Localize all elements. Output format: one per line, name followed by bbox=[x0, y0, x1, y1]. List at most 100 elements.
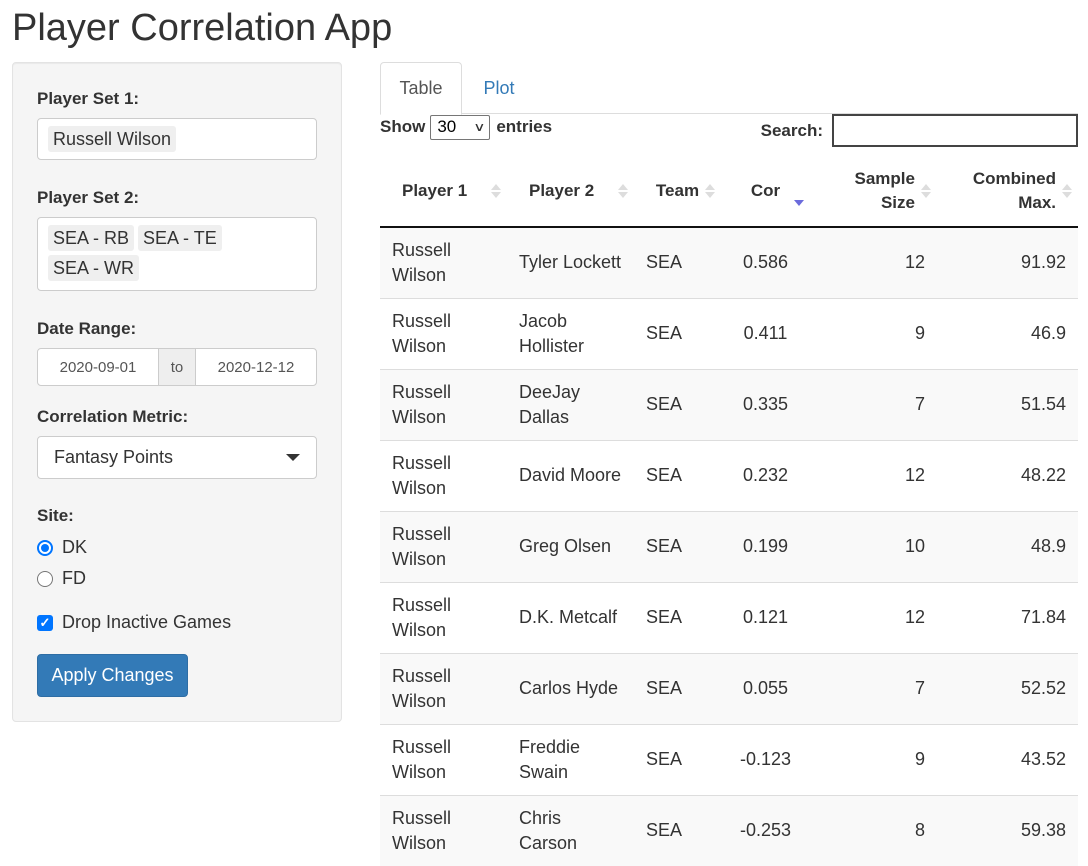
column-header-sample-size[interactable]: Sample Size bbox=[810, 155, 937, 228]
site-option-label: FD bbox=[62, 568, 86, 588]
cell-player-2: David Moore bbox=[507, 439, 634, 511]
cell-sample-size: 12 bbox=[810, 581, 937, 653]
table-row[interactable]: Russell Wilson Carlos Hyde SEA 0.055 7 52.52 bbox=[380, 652, 1078, 724]
cell-cor: 0.335 bbox=[721, 368, 810, 440]
cell-player-1: Russell Wilson bbox=[380, 297, 507, 369]
radio-button[interactable] bbox=[37, 570, 53, 587]
show-label: Show bbox=[380, 117, 426, 136]
cell-player-2: Tyler Lockett bbox=[519, 252, 622, 273]
table-header-row: Player 1 Player 2 Team Cor Sample Size C… bbox=[380, 155, 1078, 228]
table-search-control: Search: bbox=[761, 114, 1078, 147]
selected-chip[interactable]: SEA - RB bbox=[48, 225, 135, 251]
table-row[interactable]: Russell Wilson Greg Olsen SEA 0.199 10 48.9 bbox=[380, 510, 1078, 582]
cell-sample-size: 12 bbox=[904, 252, 925, 273]
selected-chip[interactable]: SEA - WR bbox=[48, 255, 140, 281]
end-date-input[interactable]: 2020-12-12 bbox=[196, 349, 316, 385]
app-title: Player Correlation App bbox=[12, 7, 393, 49]
cell-player-2: Jacob Hollister bbox=[507, 297, 634, 369]
cell-team: SEA bbox=[634, 439, 721, 511]
apply-changes-button[interactable]: Apply Changes bbox=[37, 654, 188, 697]
date-range-input: 2020-09-01 to 2020-12-12 bbox=[37, 348, 317, 386]
table-row[interactable]: Russell Wilson Jacob Hollister SEA 0.411 9 46… bbox=[380, 297, 1078, 369]
column-label: Player 2 bbox=[529, 180, 595, 200]
cell-combined-max: 48.22 bbox=[937, 439, 1078, 511]
start-date-input[interactable]: 2020-09-01 bbox=[38, 349, 158, 385]
cell-player-1: Russell Wilson bbox=[380, 723, 507, 795]
cell-combined-max: 91.92 bbox=[1020, 252, 1066, 273]
cell-combined-max: 52.52 bbox=[937, 652, 1078, 724]
cell-sample-size: 9 bbox=[810, 297, 937, 369]
cell-cor: 0.586 bbox=[742, 252, 789, 273]
player-set-2-input[interactable]: SEA - RB SEA - TE SEA - WR bbox=[37, 217, 317, 291]
correlation-metric-label: Correlation Metric: bbox=[37, 407, 189, 426]
column-header-player-2[interactable]: Player 2 bbox=[507, 155, 634, 228]
correlation-metric-select[interactable]: Fantasy Points bbox=[37, 436, 317, 479]
sidebar-panel: Player Set 1: Russell Wilson Player Set … bbox=[12, 62, 342, 722]
table-row[interactable]: Russell Wilson Chris Carson SEA -0.253 8 59.3… bbox=[380, 794, 1078, 866]
cell-sample-size: 9 bbox=[810, 723, 937, 795]
cell-player-1: Russell Wilson bbox=[380, 581, 507, 653]
column-label: Team bbox=[655, 180, 700, 200]
site-option-dk[interactable]: DK bbox=[37, 537, 87, 558]
chevron-down-icon: ∨ bbox=[472, 120, 486, 134]
caret-down-icon bbox=[286, 454, 300, 461]
cell-sample-size: 10 bbox=[810, 510, 937, 582]
table-row[interactable]: Russell Wilson David Moore SEA 0.232 12 48.22 bbox=[380, 439, 1078, 511]
cell-player-1: Russell Wilson bbox=[380, 368, 507, 440]
cell-combined-max: 71.84 bbox=[937, 581, 1078, 653]
cell-team: SEA bbox=[634, 510, 721, 582]
player-set-1-label: Player Set 1: bbox=[37, 89, 140, 108]
tab-bar: Table Plot bbox=[380, 62, 1078, 115]
column-header-team[interactable]: Team bbox=[634, 155, 721, 228]
cell-combined-max: 43.52 bbox=[937, 723, 1078, 795]
cell-team: SEA bbox=[634, 652, 721, 724]
cell-player-2: Carlos Hyde bbox=[507, 652, 634, 724]
entries-length-control: Show 30 ∨ entries bbox=[380, 114, 552, 140]
sort-icon bbox=[491, 183, 501, 198]
search-label: Search: bbox=[760, 120, 823, 140]
radio-button[interactable] bbox=[37, 539, 53, 556]
sort-descending-icon bbox=[794, 192, 804, 207]
entries-length-value: 30 bbox=[437, 117, 457, 136]
table-row[interactable]: Russell Wilson Freddie Swain SEA -0.123 9 43.… bbox=[380, 723, 1078, 795]
column-header-cor[interactable]: Cor bbox=[721, 155, 810, 228]
cell-cor: 0.232 bbox=[721, 439, 810, 511]
column-label: Combined Max. bbox=[972, 168, 1056, 212]
selected-chip[interactable]: Russell Wilson bbox=[48, 126, 177, 152]
drop-inactive-checkbox-row[interactable]: ✓ Drop Inactive Games bbox=[37, 612, 231, 633]
site-option-fd[interactable]: FD bbox=[37, 568, 86, 589]
cell-cor: 0.121 bbox=[721, 581, 810, 653]
cell-player-2: Greg Olsen bbox=[507, 510, 634, 582]
drop-inactive-label: Drop Inactive Games bbox=[62, 612, 232, 632]
cell-player-2: DeeJay Dallas bbox=[507, 368, 634, 440]
player-set-1-input[interactable]: Russell Wilson bbox=[37, 118, 317, 160]
cell-sample-size: 7 bbox=[810, 368, 937, 440]
cell-team: SEA bbox=[646, 252, 683, 273]
cell-team: SEA bbox=[634, 368, 721, 440]
table-row[interactable]: Russell Wilson Tyler Lockett SEA 0.586 12 91.… bbox=[380, 227, 1078, 298]
cell-combined-max: 51.54 bbox=[937, 368, 1078, 440]
tab-table[interactable]: Table bbox=[380, 62, 462, 115]
site-label: Site: bbox=[37, 506, 74, 525]
cell-sample-size: 12 bbox=[810, 439, 937, 511]
cell-player-1: Russell Wilson bbox=[380, 794, 507, 866]
checkbox-checked-icon[interactable]: ✓ bbox=[37, 614, 53, 631]
cell-cor: 0.199 bbox=[721, 510, 810, 582]
entries-length-select[interactable]: 30 ∨ bbox=[430, 114, 491, 140]
site-option-label: DK bbox=[62, 537, 88, 557]
cell-cor: 0.055 bbox=[721, 652, 810, 724]
selected-chip[interactable]: SEA - TE bbox=[138, 225, 222, 251]
cell-player-2: D.K. Metcalf bbox=[507, 581, 634, 653]
cell-cor: -0.253 bbox=[721, 794, 810, 866]
sort-icon bbox=[705, 183, 715, 198]
column-header-combined-max[interactable]: Combined Max. bbox=[937, 155, 1078, 228]
cell-player-1: Russell Wilson bbox=[380, 652, 507, 724]
table-row[interactable]: Russell Wilson DeeJay Dallas SEA 0.335 7 51.5… bbox=[380, 368, 1078, 440]
cell-player-2: Chris Carson bbox=[507, 794, 634, 866]
column-header-player-1[interactable]: Player 1 bbox=[380, 155, 507, 228]
table-row[interactable]: Russell Wilson D.K. Metcalf SEA 0.121 12 71.8… bbox=[380, 581, 1078, 653]
search-input[interactable] bbox=[832, 114, 1078, 147]
date-separator: to bbox=[158, 349, 196, 385]
tab-plot[interactable]: Plot bbox=[468, 62, 530, 114]
entries-label: entries bbox=[496, 117, 553, 136]
